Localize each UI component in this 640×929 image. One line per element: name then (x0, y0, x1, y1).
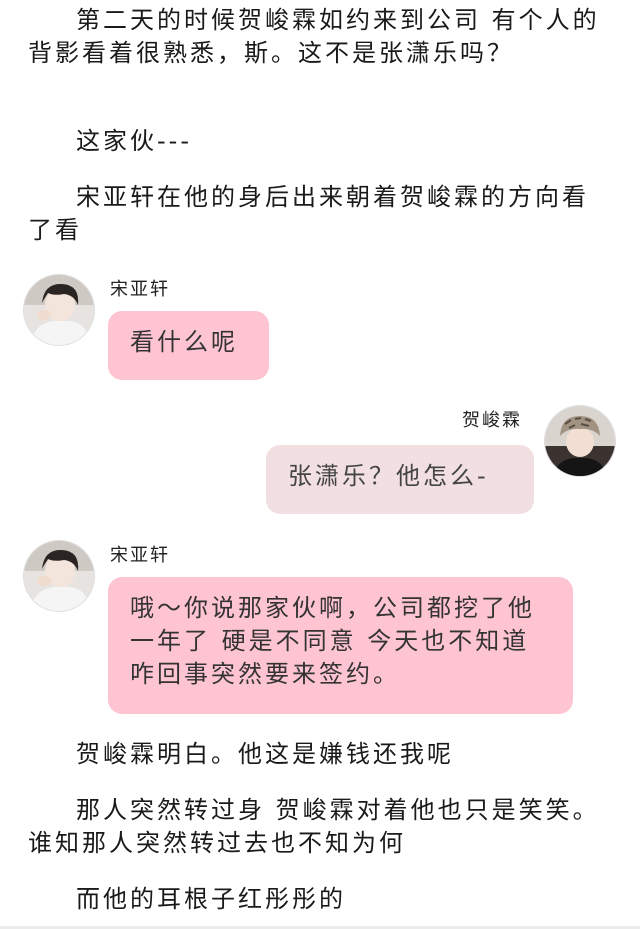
story-paragraph: 宋亚轩在他的身后出来朝着贺峻霖的方向看了看 (28, 183, 589, 244)
sender-name: 宋亚轩 (110, 545, 170, 566)
avatar-boy-icon[interactable] (24, 541, 94, 611)
story-paragraph: 而他的耳根子红彤彤的 (76, 885, 346, 913)
story-paragraph: 第二天的时候贺峻霖如约来到公司 有个人的背影看着很熟悉，斯。这不是张潇乐吗？ (28, 6, 600, 67)
story-paragraph: 那人突然转过身 贺峻霖对着他也只是笑笑。谁知那人突然转过去也不知为何 (28, 796, 600, 857)
sender-name: 宋亚轩 (110, 279, 170, 300)
avatar-boy-icon[interactable] (24, 275, 94, 345)
message-bubble[interactable]: 张潇乐？他怎么- (266, 445, 534, 514)
message-bubble[interactable]: 哦～你说那家伙啊，公司都挖了他一年了 硬是不同意 今天也不知道咋回事突然要来签约… (108, 577, 573, 714)
story-paragraph: 这家伙--- (76, 127, 192, 155)
avatar-hat-icon[interactable] (545, 406, 615, 476)
message-bubble[interactable]: 看什么呢 (108, 311, 269, 380)
story-paragraph: 贺峻霖明白。他这是嫌钱还我呢 (76, 740, 454, 768)
sender-name: 贺峻霖 (462, 410, 522, 431)
